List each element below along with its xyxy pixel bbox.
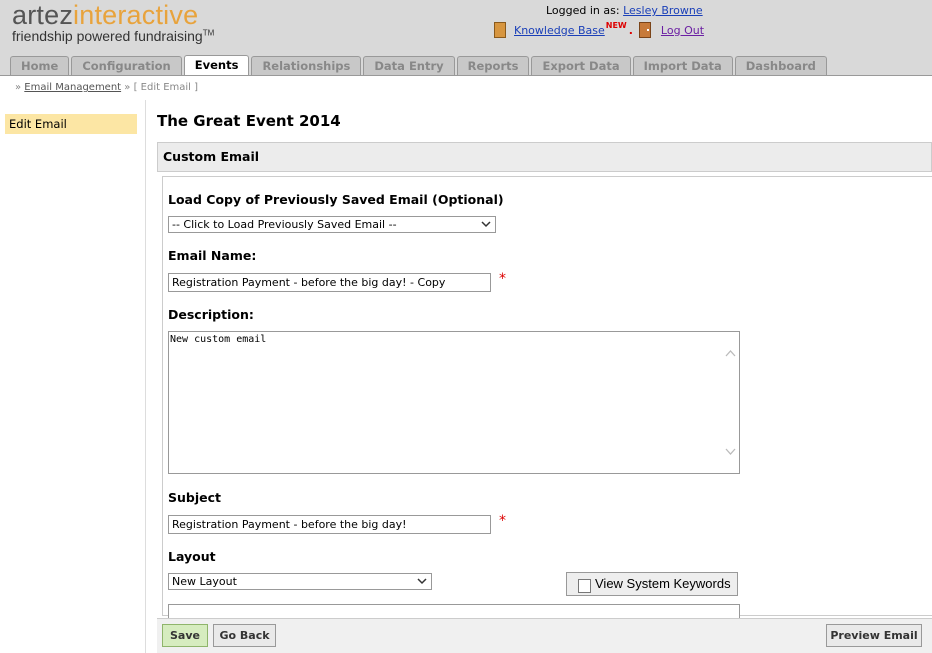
separator-dot: .	[628, 23, 633, 37]
logged-in-label: Logged in as:	[546, 4, 620, 17]
tab-relationships[interactable]: Relationships	[251, 56, 362, 75]
artez-logo[interactable]: artezinteractive friendship powered fund…	[12, 0, 214, 44]
logout-door-icon	[638, 22, 651, 38]
knowledge-base-link[interactable]: Knowledge Base	[514, 24, 605, 37]
load-copy-select[interactable]: -- Click to Load Previously Saved Email …	[168, 216, 496, 233]
description-textarea[interactable]: New custom email	[168, 331, 740, 474]
login-info: Logged in as: Lesley Browne	[546, 4, 703, 17]
required-mark: *	[499, 271, 506, 287]
go-back-button[interactable]: Go Back	[213, 624, 276, 647]
tab-divider	[0, 75, 932, 76]
preview-email-button[interactable]: Preview Email	[826, 624, 922, 647]
breadcrumb-current: [ Edit Email ]	[133, 82, 199, 93]
load-copy-label: Load Copy of Previously Saved Email (Opt…	[168, 192, 504, 207]
layout-select[interactable]: New Layout	[168, 573, 432, 590]
view-system-keywords-label: View System Keywords	[595, 576, 731, 591]
sidebar-item-edit-email[interactable]: Edit Email	[5, 114, 137, 134]
tab-events[interactable]: Events	[183, 55, 250, 76]
page-title: The Great Event 2014	[157, 112, 341, 130]
tab-configuration[interactable]: Configuration	[71, 56, 182, 75]
description-value: New custom email	[170, 334, 267, 345]
tab-import-data[interactable]: Import Data	[632, 56, 733, 75]
textarea-scrollbar[interactable]	[722, 332, 739, 473]
logo-accent: interactive	[73, 0, 199, 30]
view-system-keywords-button[interactable]: View System Keywords	[566, 572, 738, 596]
tab-dashboard[interactable]: Dashboard	[734, 56, 827, 75]
load-copy-value: -- Click to Load Previously Saved Email …	[172, 218, 397, 231]
chevron-down-icon	[417, 578, 427, 585]
header-links: Knowledge Base NEW . Log Out	[494, 20, 704, 38]
main-tabs: Home Configuration Events Relationships …	[10, 55, 829, 76]
sidebar-divider	[145, 100, 146, 653]
panel-title: Custom Email	[157, 142, 932, 172]
subject-field[interactable]: Registration Payment - before the big da…	[168, 515, 491, 534]
description-label: Description:	[168, 307, 254, 322]
logo-tagline: friendship powered fundraising	[12, 28, 203, 44]
logout-link[interactable]: Log Out	[661, 24, 704, 37]
save-button[interactable]: Save	[162, 624, 208, 647]
knowledge-base-icon	[494, 22, 506, 38]
breadcrumb: » Email Management » [ Edit Email ]	[15, 82, 199, 93]
tab-data-entry[interactable]: Data Entry	[363, 56, 455, 75]
document-icon	[578, 579, 591, 593]
new-badge: NEW	[605, 20, 627, 30]
subject-label: Subject	[168, 490, 221, 505]
email-name-label: Email Name:	[168, 248, 257, 263]
logo-tm: TM	[202, 28, 215, 38]
tab-home[interactable]: Home	[10, 56, 70, 75]
user-name-link[interactable]: Lesley Browne	[623, 4, 703, 17]
email-name-field[interactable]: Registration Payment - before the big da…	[168, 273, 491, 292]
breadcrumb-email-management[interactable]: Email Management	[24, 82, 121, 93]
logo-main: artez	[12, 0, 74, 30]
required-mark: *	[499, 513, 506, 529]
layout-label: Layout	[168, 549, 216, 564]
tab-export-data[interactable]: Export Data	[531, 56, 631, 75]
tab-reports[interactable]: Reports	[456, 56, 530, 75]
layout-value: New Layout	[172, 575, 237, 588]
chevron-down-icon	[481, 221, 491, 228]
